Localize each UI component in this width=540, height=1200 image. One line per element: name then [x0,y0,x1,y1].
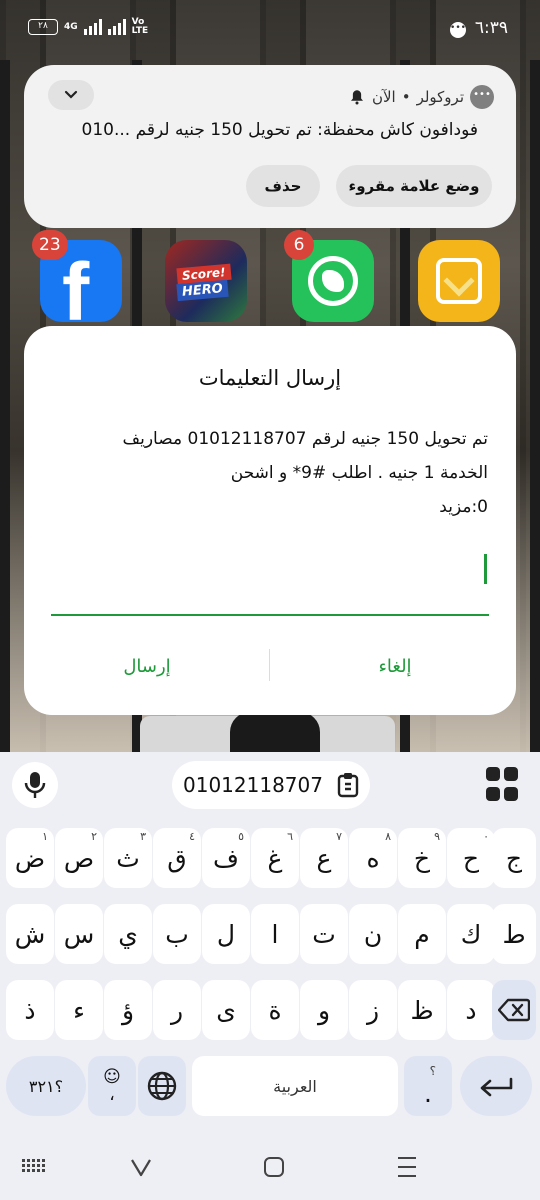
signal-icon [83,19,102,35]
key-ain[interactable]: ع٧ [300,828,348,888]
key-tha[interactable]: ث٣ [104,828,152,888]
keyboard-menu-grid-button[interactable] [486,767,522,803]
key-ta-marbuta[interactable]: ة [251,980,299,1040]
recent-apps-button[interactable] [398,1157,416,1177]
comma-glyph: ، [109,1085,115,1105]
key-hamza[interactable]: ء [55,980,103,1040]
key-ba[interactable]: ب [153,904,201,964]
bell-icon [350,90,363,105]
clipboard-text: 01012118707 [183,773,323,797]
dialog-title: إرسال التعليمات [198,366,342,390]
key-dha[interactable]: ظ [398,980,446,1040]
keyboard-hide-button[interactable] [22,1159,46,1175]
notification-card[interactable]: ••• تروكولر • الآن فودافون كاش محفظة: تم… [24,65,516,228]
ussd-dialog: إرسال التعليمات تم تحويل 150 جنيه لرقم 0… [24,326,516,715]
key-fa[interactable]: ف٥ [202,828,250,888]
whatsapp-badge: 6 [284,230,314,260]
emoji-icon: ☺ [103,1067,121,1087]
key-kaf[interactable]: ك [447,904,495,964]
language-key[interactable] [138,1056,186,1116]
cancel-button[interactable]: إلغاء [320,649,470,683]
facebook-f-glyph: f [62,247,90,323]
notification-time: الآن [371,88,396,106]
status-bar: ٢٨ 4G Vo LTE ••• ٦:٣٩ [0,0,540,60]
key-dhal[interactable]: ذ [6,980,54,1040]
status-icons: ٢٨ 4G Vo LTE [28,18,158,36]
delete-notification-button[interactable]: حذف [246,165,320,207]
key-waw[interactable]: و [300,980,348,1040]
key-sad[interactable]: ص٢ [55,828,103,888]
key-mim[interactable]: م [398,904,446,964]
globe-icon [147,1071,177,1101]
key-tta[interactable]: ط [492,904,536,964]
dialog-message-line: 0:مزيد [439,497,488,517]
button-divider [269,649,270,681]
emoji-comma-key[interactable]: ☺ ، [88,1056,136,1116]
key-ra[interactable]: ر [153,980,201,1040]
key-lam[interactable]: ل [202,904,250,964]
volte-label: Vo LTE [131,17,149,36]
key-ya[interactable]: ي [104,904,152,964]
symbols-key[interactable]: ؟٣٢١ [6,1056,86,1116]
dialog-message-line: تم تحويل 150 جنيه لرقم 01012118707 مصاري… [122,429,488,449]
key-hha[interactable]: ح٠ [447,828,495,888]
status-time: ٦:٣٩ [474,18,508,38]
microphone-icon [24,772,46,798]
backspace-icon [498,998,530,1022]
enter-arrow-icon [480,1077,513,1097]
wallpaper-frame [0,60,10,752]
home-button[interactable] [264,1157,284,1177]
notification-header: ••• تروكولر • الآن [348,85,494,109]
period-key[interactable]: ؟ . [404,1056,452,1116]
notification-dots-icon: ••• [450,22,466,38]
expand-notification-button[interactable] [48,80,94,110]
voice-input-button[interactable] [12,762,58,808]
navigation-bar [0,1135,540,1200]
key-nun[interactable]: ن [349,904,397,964]
clipboard-suggestion[interactable]: 01012118707 [172,761,370,809]
dialog-message-line: الخدمة 1 جنيه . اطلب #9* و اشحن [230,463,488,483]
notification-app-name: تروكولر [416,88,464,106]
send-button[interactable]: إرسال [72,649,222,683]
key-ghain[interactable]: غ٦ [251,828,299,888]
space-key[interactable]: العربية [192,1056,398,1116]
facebook-badge: 23 [32,230,68,260]
key-kha[interactable]: خ٩ [398,828,446,888]
signal-icon [107,19,126,35]
key-waw-hamza[interactable]: ؤ [104,980,152,1040]
truecaller-app-icon: ••• [470,85,494,109]
key-ta[interactable]: ت [300,904,348,964]
yellow-app-icon[interactable] [418,240,500,322]
key-dal[interactable]: د [447,980,495,1040]
backspace-key[interactable] [492,980,536,1040]
dialog-message: تم تحويل 150 جنيه لرقم 01012118707 مصاري… [48,422,488,524]
key-zay[interactable]: ز [349,980,397,1040]
chevron-down-icon [64,90,78,99]
battery-icon: ٢٨ [28,19,58,35]
notification-message: فودافون كاش محفظة: تم تحويل 150 جنيه لرق… [81,120,478,140]
key-alif[interactable]: ا [251,904,299,964]
clipboard-paste-icon [337,773,359,798]
wallpaper-shadow [230,712,320,752]
key-jim[interactable]: ج [492,828,536,888]
notification-separator: • [401,88,411,106]
key-ha[interactable]: ه٨ [349,828,397,888]
text-cursor [484,554,487,584]
keyboard: 01012118707 ض١ ص٢ ث٣ ق٤ ف٥ غ٦ ع٧ ه٨ خ٩ ح… [0,752,540,1135]
key-sin[interactable]: س [55,904,103,964]
network-type-label: 4G [64,21,78,32]
mark-as-read-button[interactable]: وضع علامة مقروء [336,165,492,207]
ussd-reply-input[interactable] [51,546,489,616]
key-shin[interactable]: ش [6,904,54,964]
key-dad[interactable]: ض١ [6,828,54,888]
score-hero-app-icon[interactable]: Score! HERO [165,240,247,322]
key-alif-maqsura[interactable]: ى [202,980,250,1040]
keyboard-toolbar: 01012118707 [0,752,540,818]
back-icon[interactable] [130,1157,152,1177]
enter-key[interactable] [460,1056,532,1116]
wallpaper-frame [530,60,540,752]
score-hero-label: HERO [176,279,229,302]
key-qaf[interactable]: ق٤ [153,828,201,888]
